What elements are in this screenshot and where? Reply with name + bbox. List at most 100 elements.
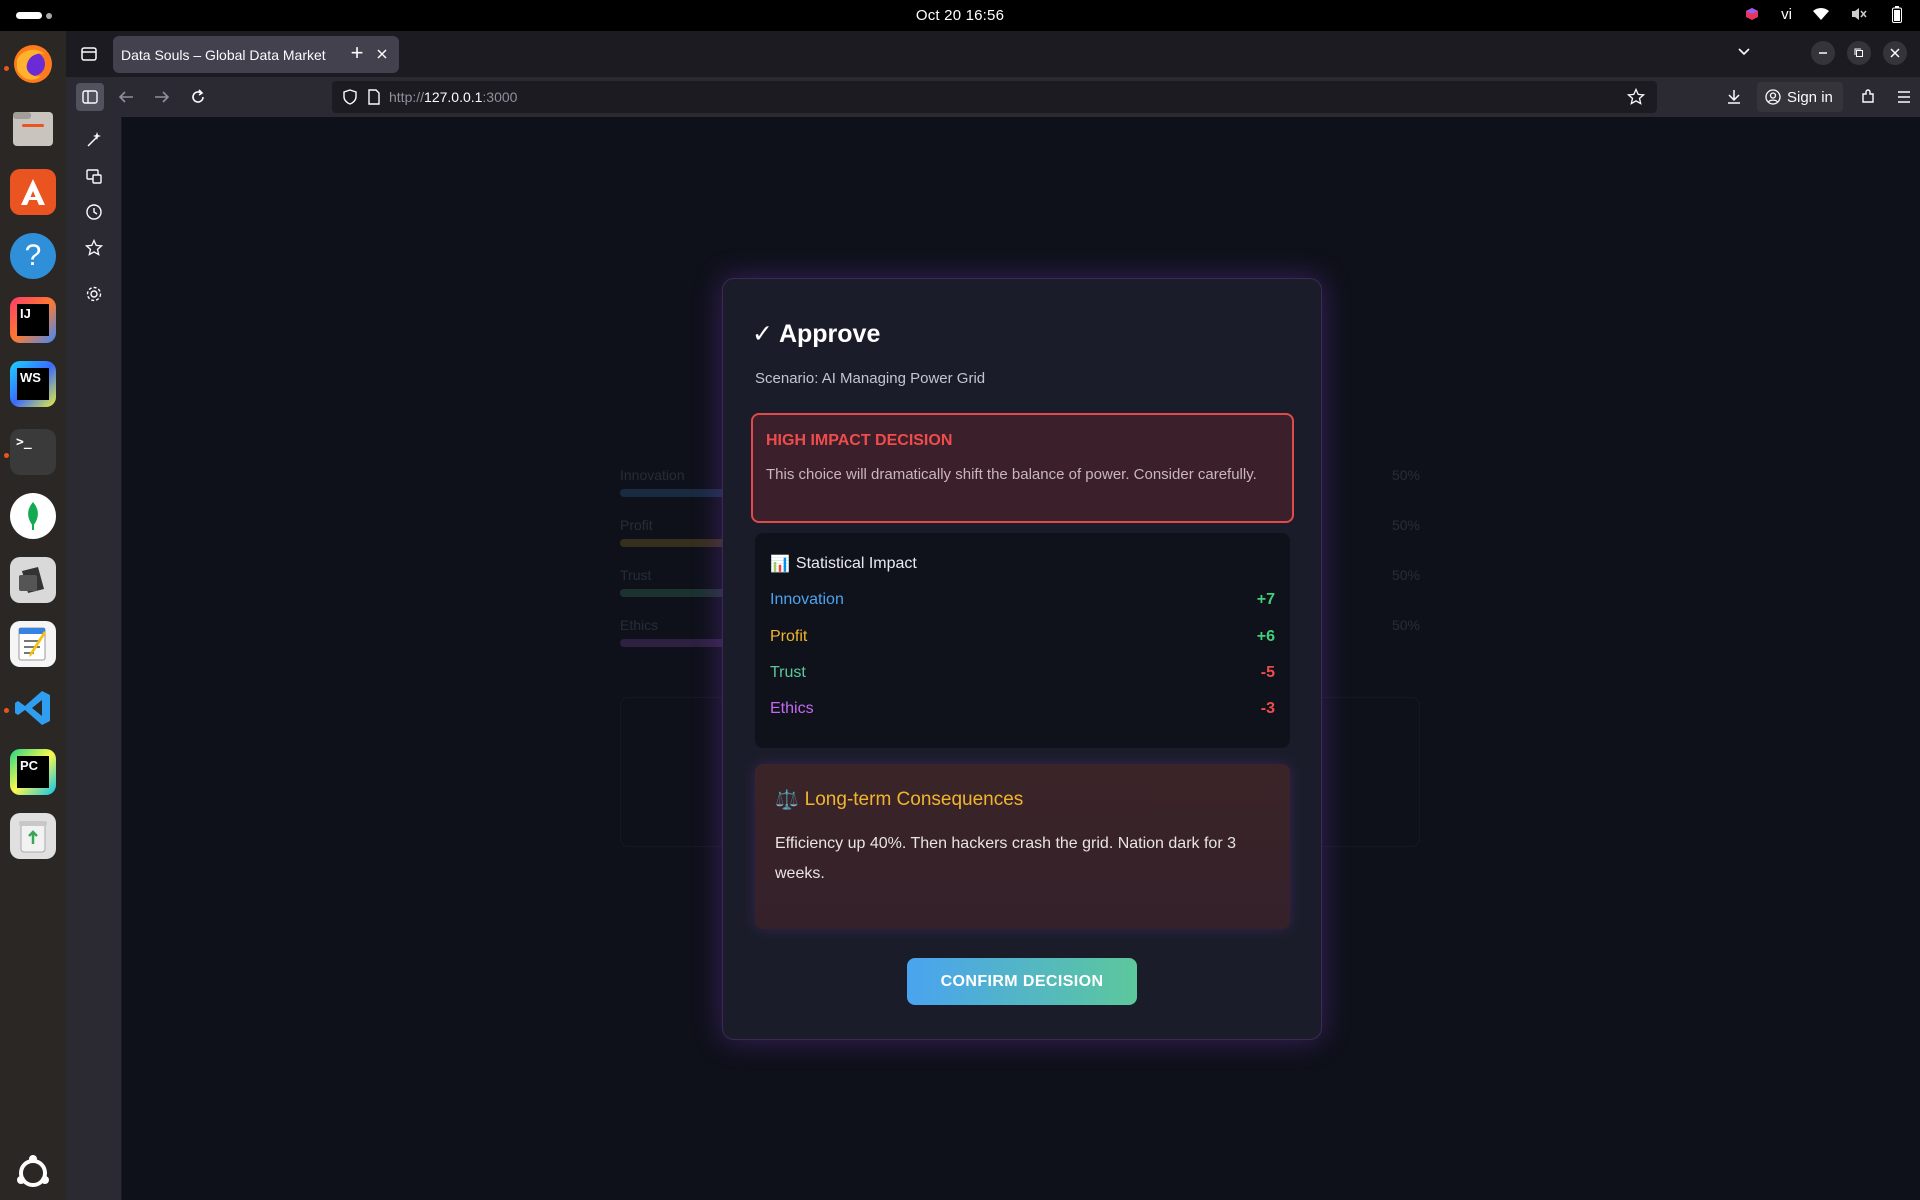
downloads-icon[interactable]	[1720, 83, 1748, 111]
text-editor-icon[interactable]	[10, 621, 56, 667]
sign-in-label: Sign in	[1787, 88, 1833, 106]
sign-in-button[interactable]: Sign in	[1757, 82, 1843, 112]
confirm-decision-button[interactable]: CONFIRM DECISION	[907, 958, 1137, 1005]
impact-stat-name: Ethics	[770, 700, 814, 717]
impact-stat-delta: -3	[1260, 700, 1275, 717]
vscode-icon[interactable]	[10, 685, 56, 731]
reload-icon[interactable]	[184, 83, 212, 111]
page-viewport: Innovation 50% Profit 50% Trust 50% Ethi…	[122, 117, 1920, 1200]
balance-scale-icon: ⚖️	[775, 790, 799, 811]
browser-sidebar	[66, 117, 122, 1200]
url-scheme: http://	[389, 89, 425, 105]
system-tray[interactable]: vi	[1743, 5, 1906, 23]
impact-title-text: Statistical Impact	[795, 555, 917, 572]
consequences-title: ⚖️ Long-term Consequences	[775, 788, 1023, 812]
impact-stat-name: Innovation	[770, 591, 844, 608]
trash-icon[interactable]	[10, 813, 56, 859]
terminal-icon[interactable]: >_	[10, 429, 56, 475]
alert-title: HIGH IMPACT DECISION	[766, 432, 953, 449]
alert-text: This choice will dramatically shift the …	[766, 466, 1257, 483]
keyboard-layout-indicator[interactable]: vi	[1781, 6, 1792, 23]
browser-nav-bar: http://127.0.0.1:3000 Sign in	[66, 77, 1920, 117]
impact-row-profit: Profit +6	[770, 628, 1275, 652]
intellij-icon[interactable]: IJ	[10, 297, 56, 343]
impact-title: 📊 Statistical Impact	[770, 554, 917, 574]
bookmark-star-icon[interactable]	[1626, 87, 1646, 111]
clock[interactable]: Oct 20 16:56	[0, 7, 1920, 24]
pycharm-label: PC	[17, 756, 49, 788]
mongodb-compass-icon[interactable]	[10, 493, 56, 539]
battery-icon[interactable]	[1888, 5, 1906, 23]
background-stat-pct: 50%	[1391, 517, 1420, 533]
firefox-icon[interactable]	[10, 41, 56, 87]
consequences-title-text: Long-term Consequences	[804, 789, 1024, 810]
webstorm-icon[interactable]: WS	[10, 361, 56, 407]
close-icon[interactable]	[373, 45, 391, 63]
url-port: :3000	[482, 89, 518, 105]
high-impact-alert: HIGH IMPACT DECISION This choice will dr…	[751, 413, 1294, 523]
volume-muted-icon[interactable]	[1850, 5, 1868, 23]
dock: ? IJ WS >_ PC	[0, 31, 66, 1200]
background-stat-label: Profit	[620, 517, 653, 533]
background-stat-label: Trust	[620, 567, 652, 583]
browser-tab-bar: Data Souls – Global Data Market +	[66, 31, 1920, 77]
page-info-icon[interactable]	[368, 89, 380, 110]
tab-title: Data Souls – Global Data Market	[121, 46, 326, 63]
background-stat-pct: 50%	[1391, 467, 1420, 483]
impact-stat-name: Trust	[770, 664, 806, 681]
synced-tabs-icon[interactable]	[83, 165, 105, 187]
impact-stat-delta: +7	[1256, 591, 1275, 608]
bookmarks-icon[interactable]	[83, 237, 105, 259]
sidebar-toggle-icon[interactable]	[76, 83, 104, 111]
running-indicator	[4, 66, 9, 71]
url-bar[interactable]: http://127.0.0.1:3000	[332, 81, 1657, 113]
modal-title: ✓ Approve	[752, 320, 881, 348]
settings-gear-icon[interactable]	[83, 283, 105, 305]
restore-button[interactable]	[1847, 41, 1871, 65]
impact-row-trust: Trust -5	[770, 664, 1275, 688]
screenshot-icon[interactable]	[10, 557, 56, 603]
history-icon[interactable]	[83, 201, 105, 223]
impact-stat-delta: -5	[1260, 664, 1275, 681]
forward-arrow-icon[interactable]	[148, 83, 176, 111]
running-indicator	[4, 708, 9, 713]
background-stat-pct: 50%	[1391, 617, 1420, 633]
scenario-label: Scenario: AI Managing Power Grid	[755, 370, 986, 387]
ai-chatbot-icon[interactable]	[83, 129, 105, 151]
app-center-icon[interactable]	[10, 169, 56, 215]
wifi-icon[interactable]	[1812, 5, 1830, 23]
bar-chart-icon: 📊	[770, 556, 790, 573]
consequences-text: Efficiency up 40%. Then hackers crash th…	[775, 835, 1236, 882]
shield-icon[interactable]	[343, 89, 357, 110]
account-icon	[1765, 89, 1781, 105]
background-stat-pct: 50%	[1391, 567, 1420, 583]
background-stat-label: Ethics	[620, 617, 659, 633]
url-host: 127.0.0.1	[424, 89, 483, 105]
new-tab-button[interactable]: +	[344, 41, 370, 67]
background-stat-label: Innovation	[620, 467, 685, 483]
close-window-button[interactable]	[1883, 41, 1907, 65]
menu-icon[interactable]	[1890, 83, 1918, 111]
chevron-down-icon[interactable]	[1736, 43, 1756, 63]
impact-row-ethics: Ethics -3	[770, 700, 1275, 724]
webstorm-label: WS	[17, 368, 49, 400]
back-arrow-icon[interactable]	[112, 83, 140, 111]
impact-stat-name: Profit	[770, 628, 808, 645]
impact-row-innovation: Innovation +7	[770, 591, 1275, 615]
statistical-impact-panel: 📊 Statistical Impact Innovation +7 Profi…	[755, 533, 1290, 748]
pycharm-icon[interactable]: PC	[10, 749, 56, 795]
firefox-view-button[interactable]	[76, 41, 102, 67]
files-icon[interactable]	[10, 105, 56, 151]
app-indicator-icon[interactable]	[1743, 5, 1761, 23]
ubuntu-apps-icon[interactable]	[10, 1150, 56, 1196]
running-indicator	[4, 453, 9, 458]
intellij-label: IJ	[17, 304, 49, 336]
extensions-icon[interactable]	[1854, 83, 1882, 111]
system-top-bar: Oct 20 16:56 vi	[0, 0, 1920, 31]
url-text[interactable]: http://127.0.0.1:3000	[389, 89, 517, 105]
consequences-panel: ⚖️ Long-term Consequences Efficiency up …	[755, 764, 1290, 929]
minimize-button[interactable]	[1811, 41, 1835, 65]
impact-stat-delta: +6	[1256, 628, 1275, 645]
help-icon[interactable]: ?	[10, 233, 56, 279]
decision-modal: ✓ Approve Scenario: AI Managing Power Gr…	[722, 278, 1322, 1040]
